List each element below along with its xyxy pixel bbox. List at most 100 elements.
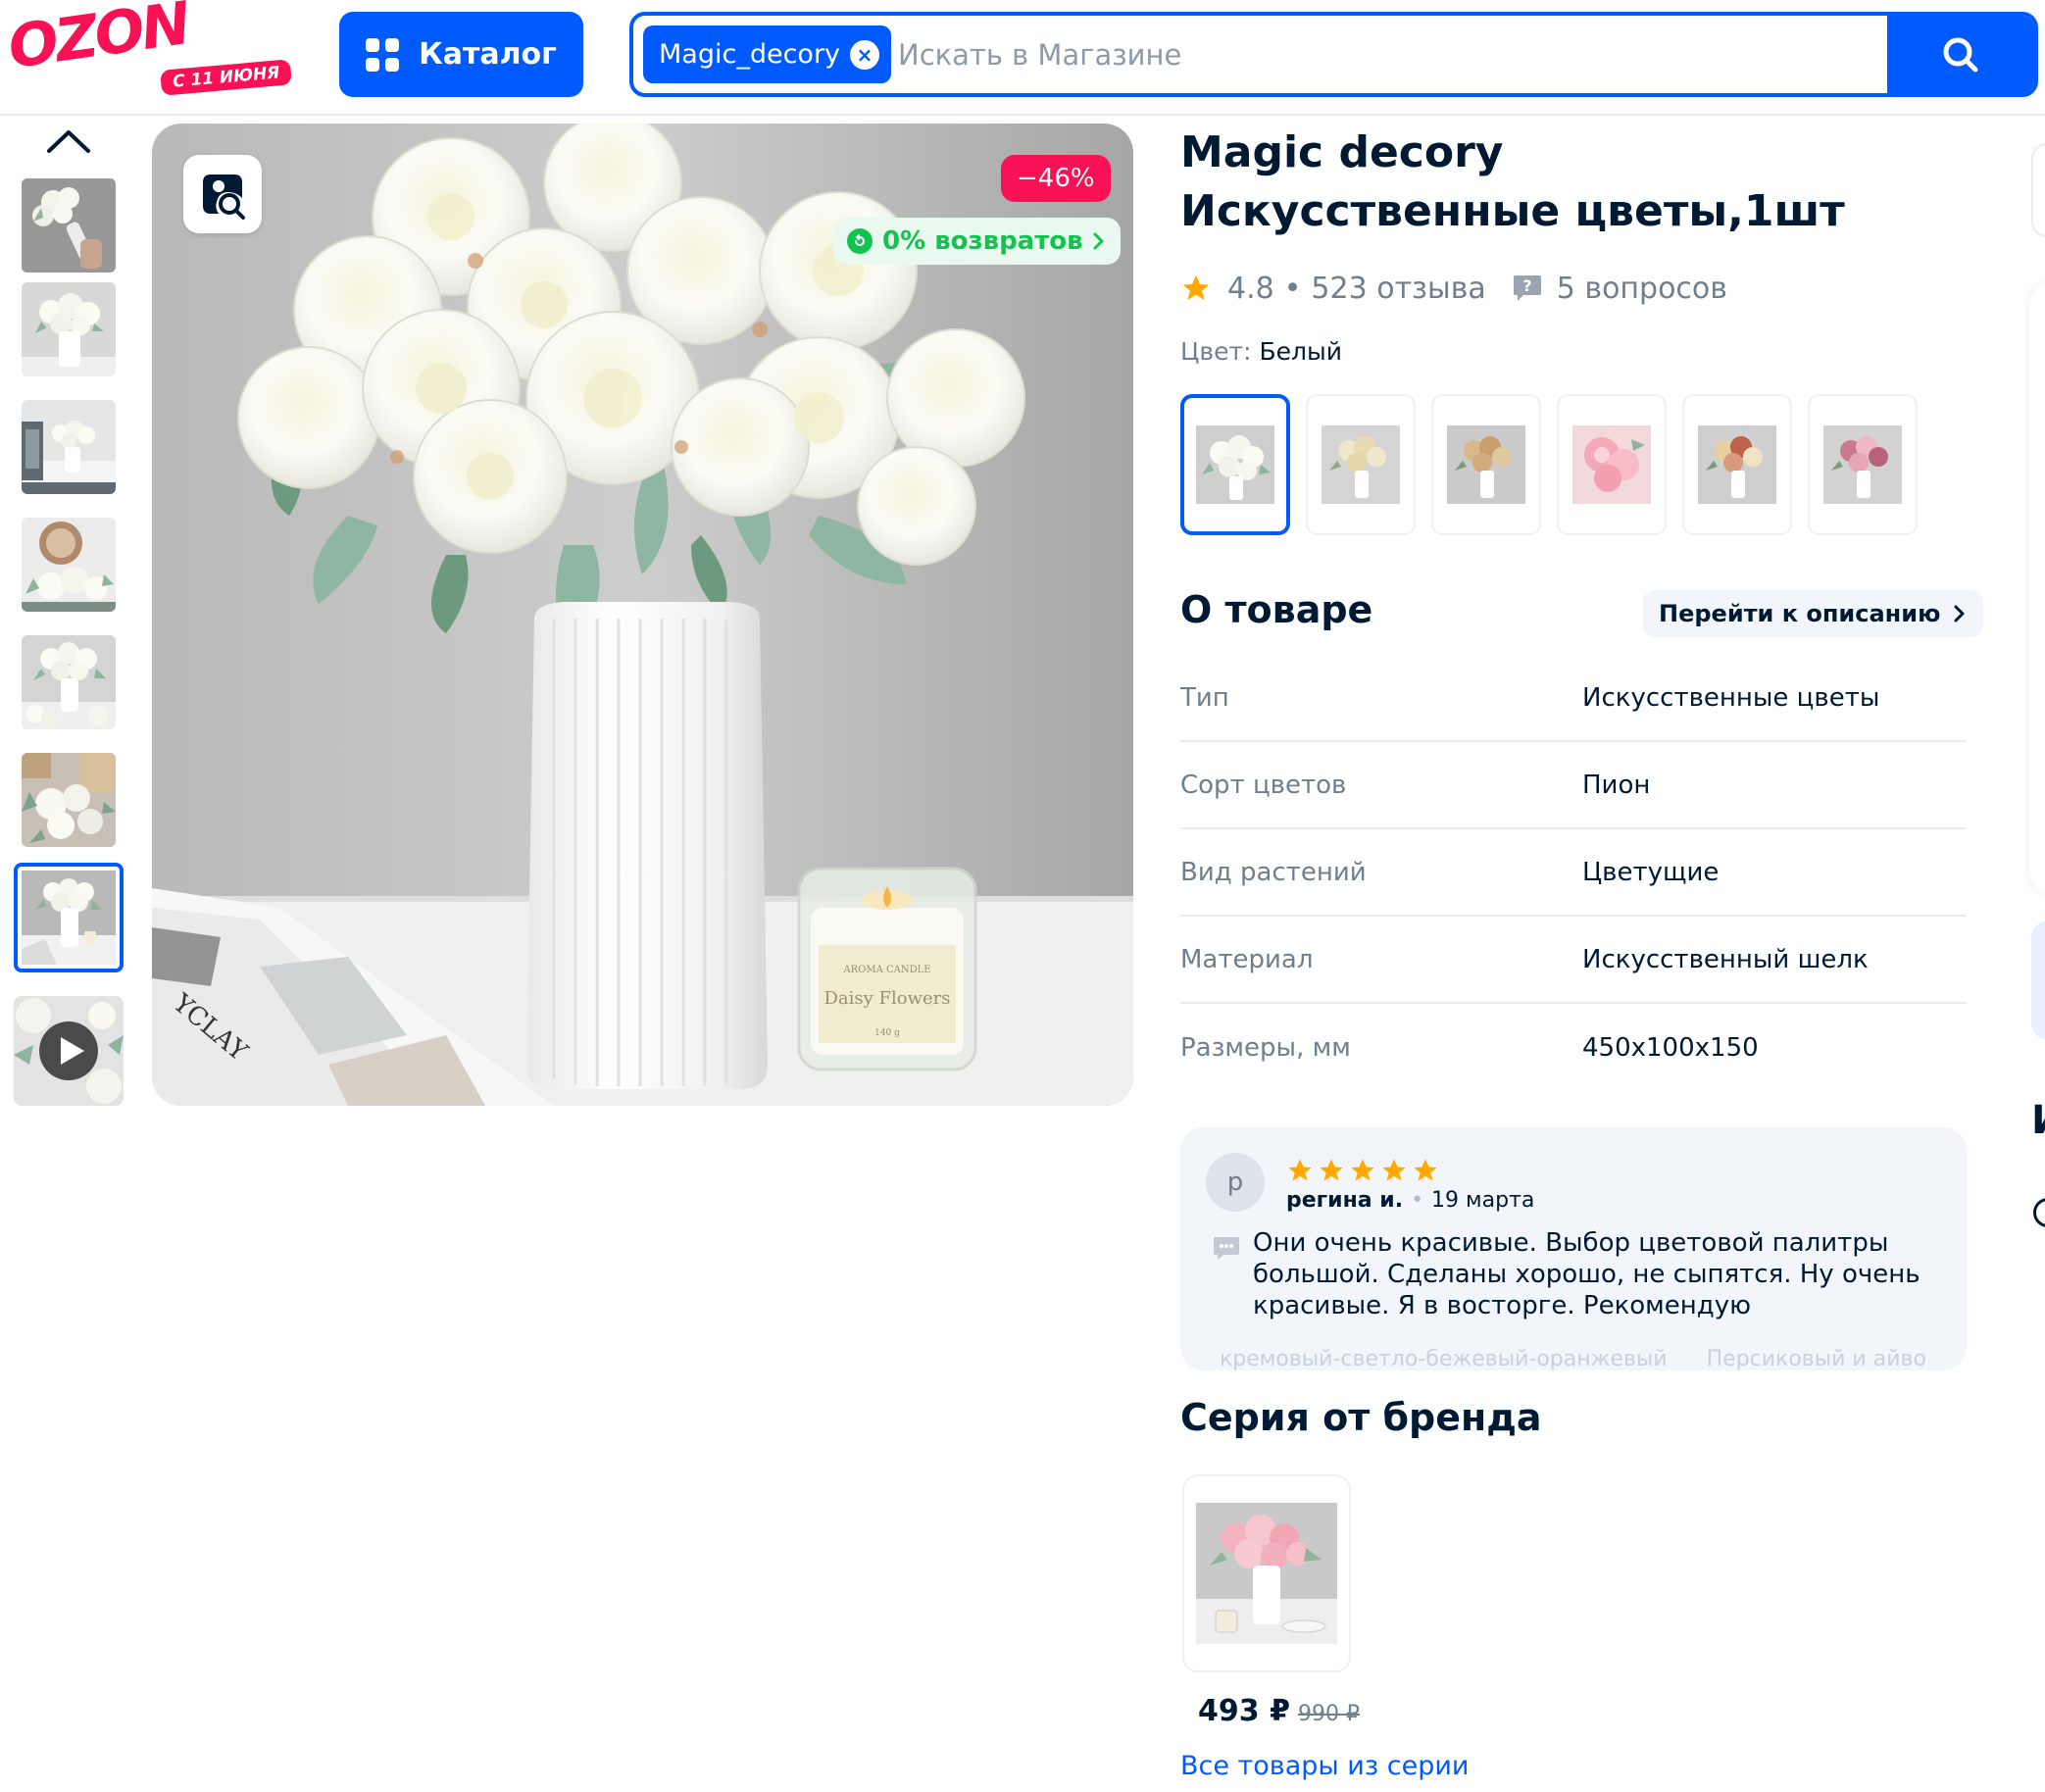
thumbnail-2[interactable] (22, 282, 116, 376)
go-to-description-button[interactable]: Перейти к описанию (1643, 590, 1984, 637)
product-photo: YCLAY AROMA CANDLE Daisy Flowers 140 g (152, 124, 1133, 1106)
all-series-link[interactable]: Все товары из серии (1180, 1751, 1469, 1781)
chevron-up-icon (47, 130, 90, 153)
thumbnail-image (14, 996, 124, 1106)
thumbnail-image (22, 400, 116, 494)
review-color-tags: кремовый-светло-бежевый-оранжевый Персико… (1220, 1347, 1966, 1370)
review-tag: Персиковый и айво (1706, 1347, 1926, 1370)
reviews-link[interactable]: 523 отзыва (1311, 272, 1485, 306)
spec-value: Искусственные цветы (1582, 682, 1880, 713)
spec-row: Тип Искусственные цветы (1180, 655, 1967, 742)
search-input[interactable] (898, 25, 1898, 83)
spec-value: 450x100x150 (1582, 1032, 1759, 1063)
thumbnail-1[interactable] (22, 178, 116, 273)
color-row: Цвет: Белый (1180, 337, 1342, 366)
thumbnail-video[interactable] (14, 996, 124, 1106)
discount-badge: −46% (1001, 155, 1111, 202)
rating-row: 4.8 • 523 отзыва ? 5 вопросов (1180, 269, 1727, 308)
catalog-grid-icon (366, 37, 400, 72)
catalog-button[interactable]: Каталог (339, 12, 583, 97)
comment-icon (1214, 1237, 1239, 1260)
spec-key: Вид растений (1180, 857, 1367, 887)
specs-table: Тип Искусственные цветы Сорт цветов Пион… (1180, 655, 1967, 1091)
search-bar: Magic_decory × (629, 12, 2038, 97)
rating-value: 4.8 (1227, 271, 1274, 306)
price-old: 990 ₽ (1297, 1702, 1360, 1726)
thumbnails-up-button[interactable] (43, 124, 94, 159)
thumbnail-7-active[interactable] (14, 863, 124, 972)
thumbnail-5[interactable] (22, 635, 116, 729)
spec-row: Размеры, мм 450x100x150 (1180, 1004, 1967, 1091)
color-swatch-white[interactable] (1180, 394, 1290, 535)
ozon-logo[interactable]: OZON С 11 ИЮНЯ (4, 0, 293, 96)
return-arrow-icon (847, 228, 873, 254)
side-card-edge[interactable] (2031, 143, 2045, 237)
color-swatch-rose[interactable] (1808, 394, 1918, 535)
clear-chip-icon[interactable]: × (850, 39, 880, 70)
thumbnail-image (22, 753, 116, 847)
side-icon-edge (2033, 1198, 2045, 1227)
thumbnail-image (22, 178, 116, 273)
spec-key: Материал (1180, 944, 1314, 974)
spec-row: Вид растений Цветущие (1180, 829, 1967, 917)
series-title: Серия от бренда (1180, 1396, 1542, 1439)
product-title: Magic decory Искусственные цветы,1шт (1180, 127, 1845, 236)
star-icon (1351, 1159, 1374, 1181)
series-product-card[interactable] (1182, 1474, 1351, 1672)
color-swatch-pink[interactable] (1557, 394, 1667, 535)
thumbnail-4[interactable] (22, 518, 116, 612)
review-author: регина и. (1286, 1188, 1404, 1213)
color-swatch-mixed[interactable] (1682, 394, 1792, 535)
color-value: Белый (1259, 337, 1342, 366)
thumbnail-image (22, 282, 116, 376)
swatch-image (1823, 425, 1902, 504)
spec-value: Искусственный шелк (1582, 944, 1869, 974)
thumbnail-image (22, 635, 116, 729)
review-text: Они очень красивые. Выбор цветовой палит… (1253, 1228, 1920, 1320)
review-tag: кремовый-светло-бежевый-оранжевый (1220, 1347, 1668, 1370)
header: OZON С 11 ИЮНЯ Каталог Magic_decory × (0, 0, 2045, 116)
main-product-image[interactable]: YCLAY AROMA CANDLE Daisy Flowers 140 g −… (152, 124, 1133, 1106)
color-swatch-beige[interactable] (1431, 394, 1541, 535)
spec-value: Цветущие (1582, 857, 1720, 887)
returns-label: 0% возвратов (882, 226, 1083, 256)
spec-key: Сорт цветов (1180, 770, 1347, 800)
side-heading-edge: И (2031, 1098, 2045, 1143)
svg-text:AROMA CANDLE: AROMA CANDLE (842, 965, 930, 975)
swatch-image (1322, 425, 1400, 504)
star-icon (1320, 1159, 1343, 1181)
search-store-chip[interactable]: Magic_decory × (643, 25, 892, 83)
search-button[interactable] (1887, 16, 2034, 93)
price-panel-edge (2029, 284, 2045, 892)
thumbnail-image (22, 871, 116, 965)
go-to-description-label: Перейти к описанию (1659, 600, 1941, 627)
spec-row: Материал Искусственный шелк (1180, 917, 1967, 1004)
series-product-image (1196, 1503, 1337, 1644)
review-card[interactable]: р регина и. • 19 марта Они очень красивые.… (1180, 1127, 1967, 1370)
thumbnail-6[interactable] (22, 753, 116, 847)
spec-row: Сорт цветов Пион (1180, 742, 1967, 829)
svg-text:Daisy Flowers: Daisy Flowers (823, 988, 950, 1009)
color-swatch-cream[interactable] (1306, 394, 1416, 535)
swatch-image (1698, 425, 1776, 504)
side-button-edge[interactable] (2031, 921, 2045, 1039)
search-icon (1943, 37, 1978, 72)
thumbnail-3[interactable] (22, 400, 116, 494)
color-swatches (1180, 394, 1918, 535)
series-price: 493 ₽ 990 ₽ (1198, 1694, 1360, 1728)
color-label: Цвет: (1180, 337, 1252, 366)
star-icon (1414, 1159, 1437, 1181)
thumbnail-image (22, 518, 116, 612)
chevron-right-icon (1954, 605, 1965, 622)
star-icon (1382, 1159, 1406, 1181)
logo-text: OZON (4, 0, 192, 82)
swatch-image (1572, 425, 1651, 504)
logo-promo-badge: С 11 ИЮНЯ (160, 59, 293, 96)
questions-link[interactable]: 5 вопросов (1557, 272, 1727, 306)
visual-search-button[interactable] (183, 155, 262, 233)
search-chip-label: Magic_decory (659, 39, 841, 70)
returns-badge[interactable]: 0% возвратов (833, 218, 1121, 265)
price-current: 493 ₽ (1198, 1694, 1290, 1728)
question-icon: ? (1513, 275, 1541, 301)
review-meta: регина и. • 19 марта (1286, 1188, 1535, 1213)
